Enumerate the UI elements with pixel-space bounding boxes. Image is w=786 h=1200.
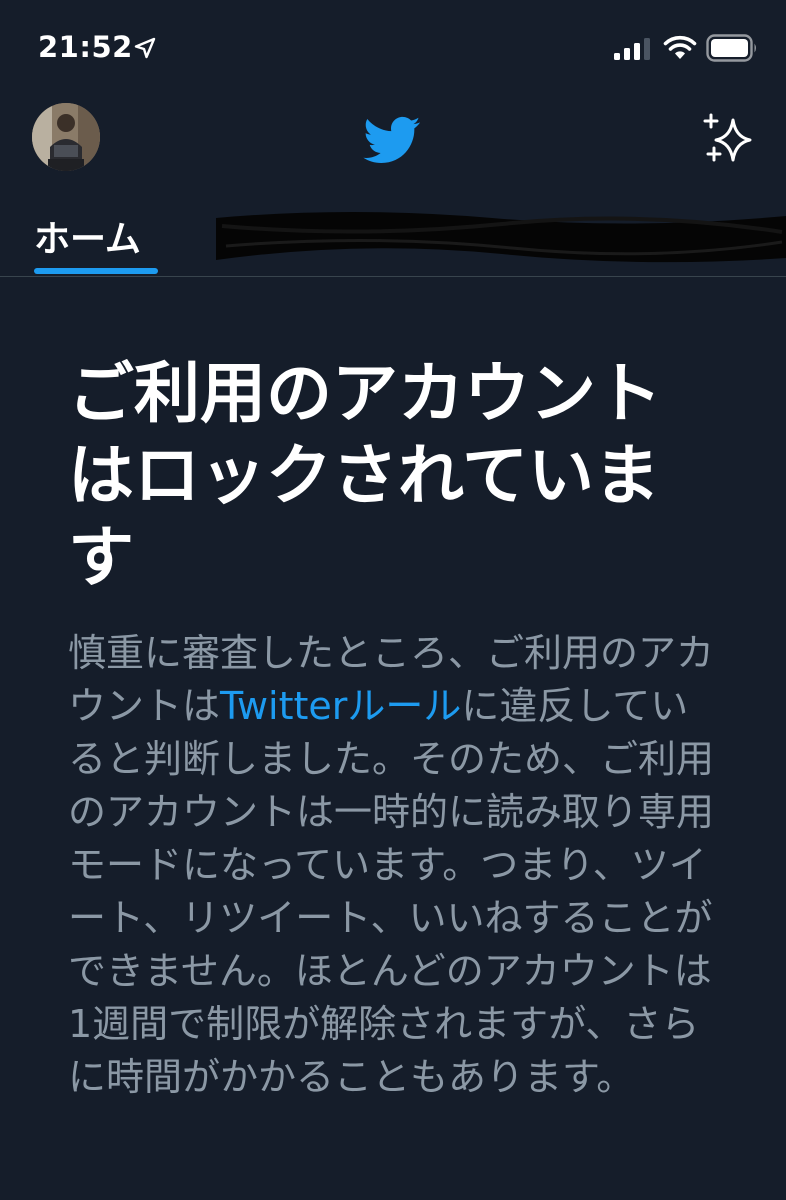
profile-avatar[interactable]: [32, 103, 100, 171]
locked-notice: ご利用のアカウントはロックされています 慎重に審査したところ、ご利用のアカウント…: [0, 277, 786, 1200]
battery-icon: [706, 34, 756, 62]
twitter-bird-icon: [363, 116, 421, 164]
status-time: 21:52: [38, 30, 133, 64]
locked-title: ご利用のアカウントはロックされています: [68, 355, 662, 596]
cellular-signal-icon: [614, 38, 650, 60]
sparkle-icon[interactable]: [700, 112, 756, 168]
redacted-scribble: [216, 212, 786, 263]
wifi-icon: [663, 35, 697, 59]
home-header: [0, 96, 786, 186]
twitter-rules-link[interactable]: Twitterルール: [220, 684, 461, 728]
locked-description-part2: に違反していると判断しました。そのため、ご利用のアカウントは一時的に読み取り専用…: [68, 684, 715, 1099]
avatar-photo: [32, 103, 100, 171]
home-tabs: ホーム: [0, 196, 786, 277]
tab-home[interactable]: ホーム: [34, 210, 141, 262]
tab-home-indicator: [34, 268, 158, 274]
status-bar: 21:52: [0, 0, 786, 96]
location-arrow-icon: [134, 37, 156, 59]
locked-description: 慎重に審査したところ、ご利用のアカウントはTwitterルールに違反していると判…: [68, 627, 718, 1104]
